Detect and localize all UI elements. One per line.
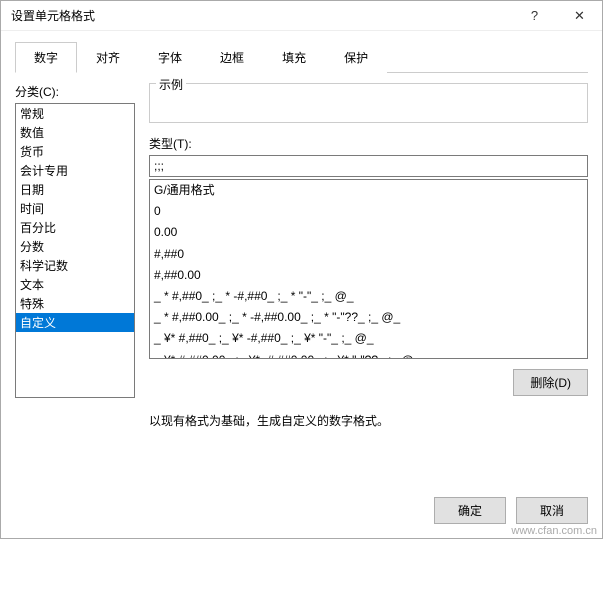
category-item[interactable]: 科学记数: [16, 256, 134, 275]
sample-label: 示例: [156, 76, 186, 93]
delete-row: 删除(D): [149, 369, 588, 396]
type-label: 类型(T):: [149, 135, 588, 152]
tab-label: 填充: [282, 51, 306, 65]
tab-fill[interactable]: 填充: [263, 42, 325, 73]
type-item[interactable]: _ * #,##0.00_ ;_ * -#,##0.00_ ;_ * "-"??…: [150, 307, 587, 328]
dialog-content: 数字 对齐 字体 边框 填充 保护 分类(C): 常规数值货币会计专用日期时间百…: [1, 31, 602, 538]
category-item[interactable]: 日期: [16, 180, 134, 199]
dialog-footer: 确定 取消: [15, 497, 588, 524]
tab-font[interactable]: 字体: [139, 42, 201, 73]
type-item[interactable]: _ ¥* #,##0.00_ ;_ ¥* -#,##0.00_ ;_ ¥* "-…: [150, 350, 587, 360]
tab-border[interactable]: 边框: [201, 42, 263, 73]
category-item[interactable]: 货币: [16, 142, 134, 161]
tab-label: 数字: [34, 51, 58, 65]
category-column: 分类(C): 常规数值货币会计专用日期时间百分比分数科学记数文本特殊自定义: [15, 83, 135, 469]
ok-button[interactable]: 确定: [434, 497, 506, 524]
tab-label: 边框: [220, 51, 244, 65]
type-input[interactable]: [149, 155, 588, 177]
type-listbox[interactable]: G/通用格式00.00#,##0#,##0.00_ * #,##0_ ;_ * …: [149, 179, 588, 359]
type-item[interactable]: _ * #,##0_ ;_ * -#,##0_ ;_ * "-"_ ;_ @_: [150, 286, 587, 307]
type-item[interactable]: _ ¥* #,##0_ ;_ ¥* -#,##0_ ;_ ¥* "-"_ ;_ …: [150, 328, 587, 349]
category-label: 分类(C):: [15, 83, 135, 100]
cancel-button[interactable]: 取消: [516, 497, 588, 524]
tab-label: 对齐: [96, 51, 120, 65]
button-label: 确定: [458, 504, 482, 518]
tab-protection[interactable]: 保护: [325, 42, 387, 73]
category-item[interactable]: 自定义: [16, 313, 134, 332]
type-item[interactable]: #,##0.00: [150, 265, 587, 286]
main-area: 分类(C): 常规数值货币会计专用日期时间百分比分数科学记数文本特殊自定义 示例…: [15, 83, 588, 469]
window-buttons: ? ✕: [512, 1, 602, 31]
category-item[interactable]: 数值: [16, 123, 134, 142]
button-label: 删除(D): [530, 376, 571, 390]
type-item[interactable]: 0: [150, 201, 587, 222]
category-item[interactable]: 特殊: [16, 294, 134, 313]
tab-label: 保护: [344, 51, 368, 65]
tab-alignment[interactable]: 对齐: [77, 42, 139, 73]
category-item[interactable]: 分数: [16, 237, 134, 256]
close-button[interactable]: ✕: [557, 1, 602, 31]
help-button[interactable]: ?: [512, 1, 557, 31]
delete-button[interactable]: 删除(D): [513, 369, 588, 396]
type-item[interactable]: #,##0: [150, 244, 587, 265]
tab-strip: 数字 对齐 字体 边框 填充 保护: [15, 41, 588, 73]
sample-box: 示例: [149, 83, 588, 123]
category-item[interactable]: 时间: [16, 199, 134, 218]
detail-column: 示例 类型(T): G/通用格式00.00#,##0#,##0.00_ * #,…: [149, 83, 588, 469]
category-item[interactable]: 常规: [16, 104, 134, 123]
tab-label: 字体: [158, 51, 182, 65]
category-item[interactable]: 会计专用: [16, 161, 134, 180]
dialog-window: 设置单元格格式 ? ✕ 数字 对齐 字体 边框 填充 保护 分类(C): 常规数…: [0, 0, 603, 539]
category-item[interactable]: 百分比: [16, 218, 134, 237]
type-item[interactable]: G/通用格式: [150, 180, 587, 201]
category-listbox[interactable]: 常规数值货币会计专用日期时间百分比分数科学记数文本特殊自定义: [15, 103, 135, 398]
titlebar: 设置单元格格式 ? ✕: [1, 1, 602, 31]
tab-number[interactable]: 数字: [15, 42, 77, 73]
button-label: 取消: [540, 504, 564, 518]
type-item[interactable]: 0.00: [150, 222, 587, 243]
category-item[interactable]: 文本: [16, 275, 134, 294]
help-text: 以现有格式为基础，生成自定义的数字格式。: [149, 412, 588, 429]
window-title: 设置单元格格式: [11, 7, 95, 24]
